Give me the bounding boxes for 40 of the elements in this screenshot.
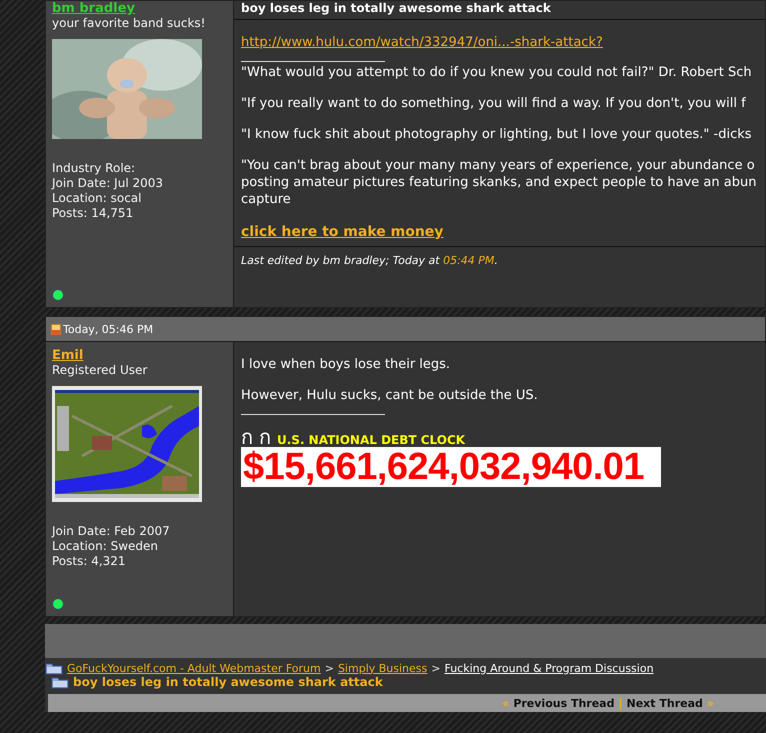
username-link[interactable]: bm bradley bbox=[52, 1, 135, 16]
next-thread-link[interactable]: Next Thread bbox=[626, 696, 703, 710]
user-info: Join Date: Feb 2007 bbox=[52, 524, 171, 539]
link-divider: | bbox=[618, 696, 623, 710]
post-text: "What would you attempt to do if you knew you could not fail?" Dr. Robert Sch bbox=[241, 64, 752, 81]
post-title: boy loses leg in totally awesome shark attack bbox=[234, 1, 765, 20]
breadcrumb-separator: > bbox=[431, 662, 440, 674]
url-link[interactable]: http://www.hulu.com/watch/332947/oni...-shark-attack? bbox=[241, 34, 603, 51]
symbol-glyph: ก bbox=[259, 427, 271, 447]
post-text: "I know fuck shit about photography or lighting, but I love your quotes." -dicks bbox=[241, 126, 752, 143]
user-title: your favorite band sucks! bbox=[52, 16, 206, 30]
user-info: Posts: 4,321 bbox=[52, 554, 127, 569]
promo-link[interactable]: click here to make money bbox=[241, 224, 444, 241]
previous-arrow-icon: « bbox=[502, 696, 510, 710]
debt-clock-label: U.S. NATIONAL DEBT CLOCK bbox=[277, 433, 466, 447]
symbol-glyph: ก bbox=[241, 427, 253, 447]
breadcrumb-link[interactable]: GoFuckYourself.com - Adult Webmaster Forum bbox=[67, 662, 321, 674]
user-info: Join Date: Jul 2003 bbox=[52, 176, 164, 191]
post-icon bbox=[51, 324, 61, 334]
post-text: "You can't brag about your many many years of experience, your abundance o posting amateur pictures featuring skanks, and expect people to have an abun capture bbox=[241, 157, 756, 208]
post-date: Today, 05:46 PM bbox=[63, 322, 154, 336]
user-info: Location: Sweden bbox=[52, 539, 160, 554]
breadcrumb-separator: > bbox=[324, 662, 334, 674]
breadcrumb-link[interactable]: Fucking Around & Program Discussion bbox=[444, 662, 654, 674]
username-link[interactable]: Emil bbox=[52, 348, 84, 363]
breadcrumb-link[interactable]: Simply Business bbox=[338, 662, 428, 674]
debt-amount: $15,661,624,032,940.01 bbox=[241, 447, 661, 487]
thread-title: boy loses leg in totally awesome shark attack bbox=[73, 675, 383, 689]
user-title: Registered User bbox=[52, 363, 148, 377]
previous-thread-link[interactable]: Previous Thread bbox=[513, 696, 614, 710]
user-info: Posts: 14,751 bbox=[52, 206, 134, 221]
post-text: "If you really want to do something, you will find a way. If you don't, you will f bbox=[241, 95, 746, 112]
post-text: However, Hulu sucks, cant be outside the US. bbox=[241, 387, 538, 404]
post-text: I love when boys lose their legs. bbox=[241, 356, 450, 373]
user-info: Location: socal bbox=[52, 191, 142, 206]
folder-icon bbox=[51, 675, 69, 689]
edit-note: Last edited by bm bradley; Today at 05:44 PM. bbox=[234, 246, 765, 267]
next-arrow-icon: » bbox=[706, 696, 714, 710]
folder-icon bbox=[45, 661, 63, 675]
user-info: Industry Role: bbox=[52, 161, 136, 176]
